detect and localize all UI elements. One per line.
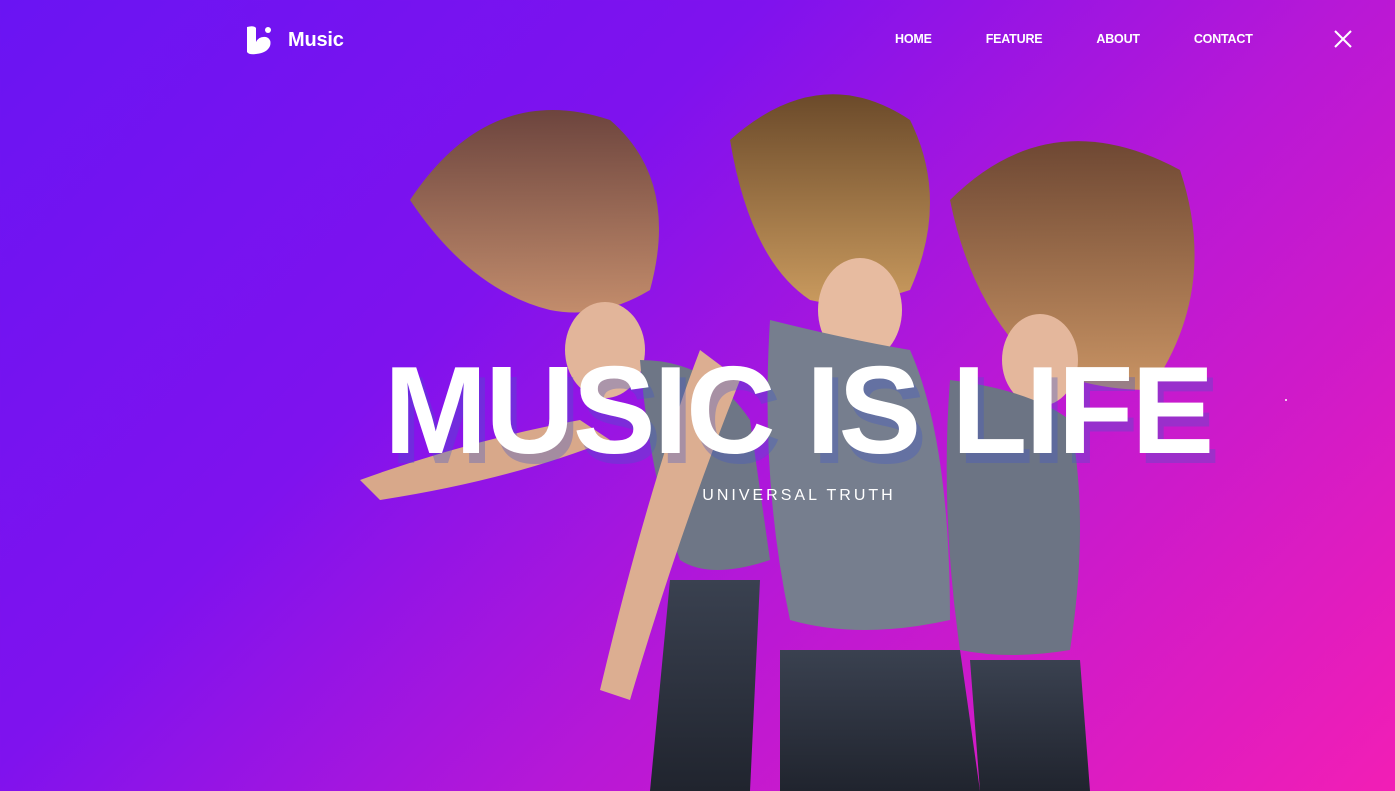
hero-subheadline: UNIVERSAL TRUTH — [702, 487, 896, 504]
hero-headline: MUSIC IS LIFE — [384, 342, 1214, 480]
decorative-dot — [1285, 399, 1287, 401]
music-logo-icon — [247, 26, 271, 55]
nav-contact[interactable]: CONTACT — [1194, 32, 1253, 46]
site-header: Music HOME FEATURE ABOUT CONTACT — [0, 0, 1395, 80]
brand-logo[interactable]: Music — [244, 24, 344, 56]
main-nav: HOME FEATURE ABOUT CONTACT — [895, 32, 1253, 46]
nav-feature[interactable]: FEATURE — [986, 32, 1043, 46]
nav-about[interactable]: ABOUT — [1096, 32, 1140, 46]
nav-home[interactable]: HOME — [895, 32, 932, 46]
brand-name: Music — [288, 28, 344, 51]
close-icon[interactable] — [1333, 29, 1353, 49]
